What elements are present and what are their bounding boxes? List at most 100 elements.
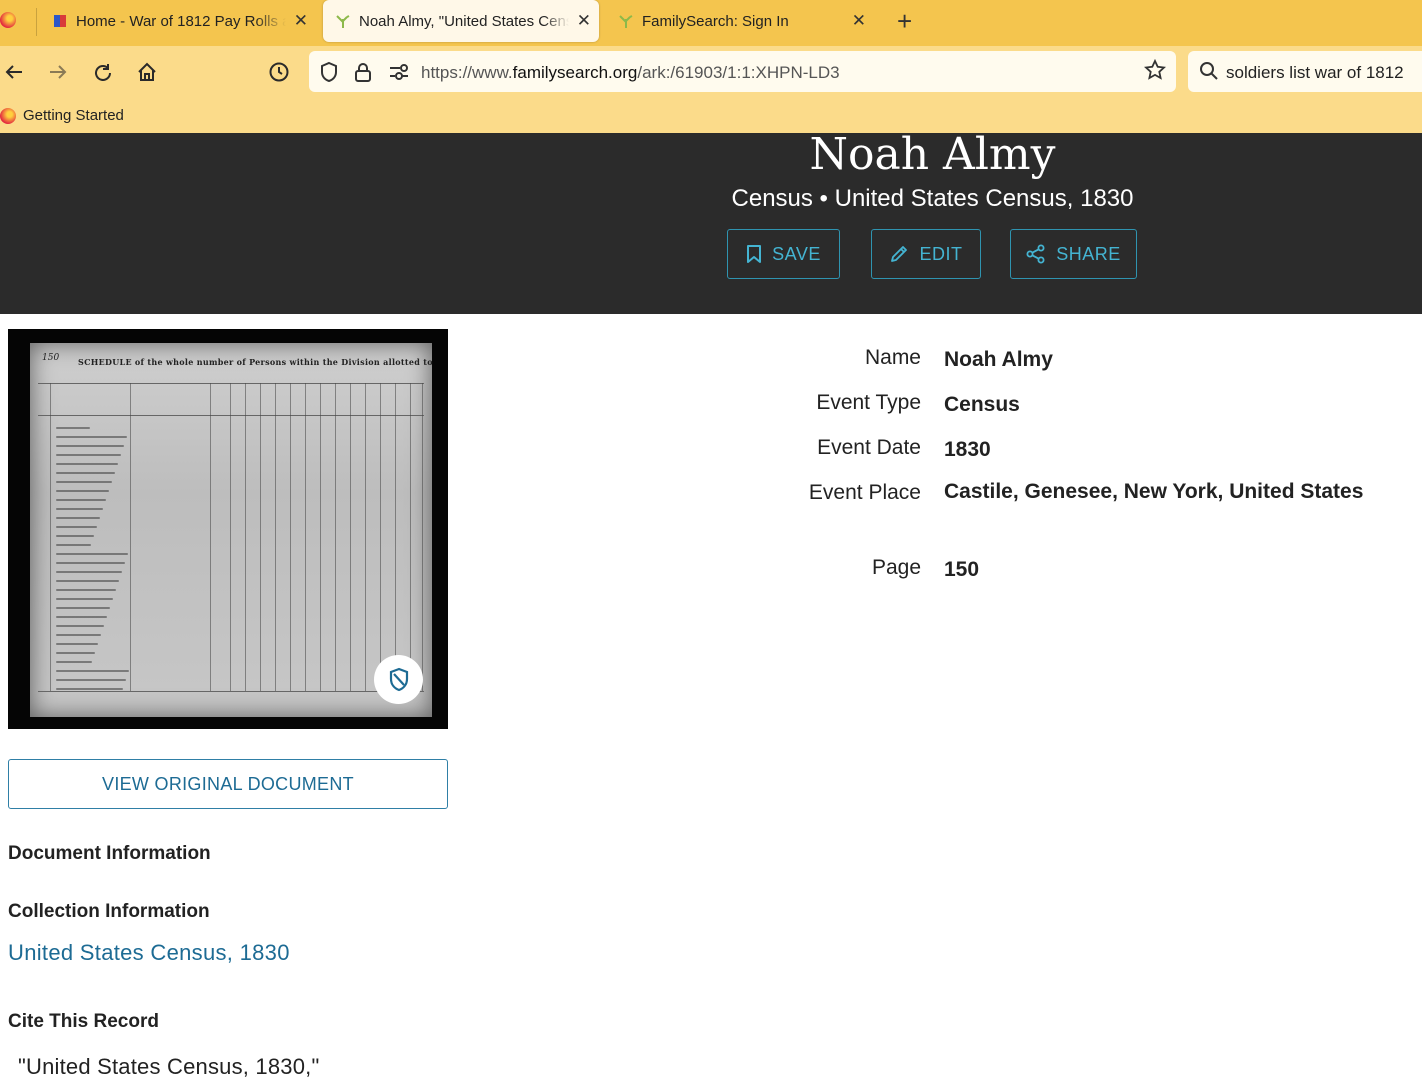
url-prefix: https://www.	[421, 63, 513, 82]
document-information-heading[interactable]: Document Information	[8, 843, 211, 865]
grid-column-line	[350, 383, 351, 691]
grid-column-line	[230, 383, 231, 691]
bookmark-icon	[747, 245, 762, 263]
grid-column-line	[275, 383, 276, 691]
handwritten-name-line	[56, 625, 104, 627]
close-tab-icon[interactable]: ✕	[852, 11, 866, 31]
handwritten-name-line	[56, 508, 103, 510]
handwritten-name-line	[56, 544, 91, 546]
share-label: SHARE	[1056, 243, 1121, 264]
document-thumbnail[interactable]: 150 SCHEDULE of the whole number of Pers…	[8, 329, 448, 729]
grid-column-line	[380, 383, 381, 691]
search-box[interactable]: soldiers list war of 1812	[1188, 51, 1422, 92]
cite-this-record-heading: Cite This Record	[8, 1011, 159, 1032]
grid-column-line	[410, 383, 411, 691]
search-query[interactable]: soldiers list war of 1812	[1226, 63, 1404, 83]
handwritten-name-line	[56, 634, 101, 636]
grid-column-line	[320, 383, 321, 691]
pencil-icon	[891, 246, 908, 262]
forward-arrow-icon[interactable]	[48, 62, 68, 82]
handwritten-name-line	[56, 589, 116, 591]
url-text[interactable]: https://www.familysearch.org/ark:/61903/…	[421, 63, 840, 83]
share-button[interactable]: SHARE	[1010, 229, 1137, 279]
save-button[interactable]: SAVE	[727, 229, 840, 279]
history-clock-icon[interactable]	[268, 61, 290, 83]
fact-value-event-date: 1830	[944, 438, 991, 461]
collection-information-heading: Collection Information	[8, 901, 210, 922]
citation-text: "United States Census, 1830,"	[18, 1054, 320, 1079]
fact-value-name: Noah Almy	[944, 348, 1053, 371]
handwritten-name-line	[56, 553, 128, 555]
firefox-bookmark-icon	[0, 107, 16, 124]
permissions-icon[interactable]	[388, 64, 410, 80]
collection-link[interactable]: United States Census, 1830	[8, 940, 290, 966]
edit-button[interactable]: EDIT	[871, 229, 981, 279]
grid-rule	[38, 383, 424, 384]
grid-column-line	[335, 383, 336, 691]
handwritten-name-line	[56, 643, 98, 645]
handwritten-name-line	[56, 580, 119, 582]
bookmark-label: Getting Started	[23, 107, 124, 124]
fact-label-name: Name	[864, 346, 921, 369]
grid-column-line	[395, 383, 396, 691]
handwritten-name-line	[56, 463, 118, 465]
handwritten-name-line	[56, 679, 126, 681]
handwritten-name-line	[56, 661, 92, 663]
shield-slash-icon	[389, 667, 408, 691]
privacy-shield-button[interactable]	[374, 655, 423, 704]
home-icon[interactable]	[136, 61, 158, 83]
grid-rule	[38, 691, 424, 692]
fact-value-event-type: Census	[944, 393, 1020, 416]
tab-war-of-1812[interactable]: Home - War of 1812 Pay Rolls and Muster …	[44, 0, 316, 42]
fact-label-event-date: Event Date	[817, 436, 921, 459]
record-subtitle: Census • United States Census, 1830	[731, 185, 1134, 212]
tab-familysearch-signin[interactable]: FamilySearch: Sign In ✕	[608, 0, 874, 42]
lock-icon[interactable]	[354, 61, 372, 83]
handwritten-name-line	[56, 616, 107, 618]
tab-bar: Home - War of 1812 Pay Rolls and Muster …	[0, 0, 1422, 46]
close-tab-icon[interactable]: ✕	[577, 11, 591, 31]
grid-column-line	[210, 383, 211, 691]
handwritten-name-line	[56, 670, 129, 672]
shield-tracking-icon[interactable]	[319, 61, 339, 83]
fact-label-event-type: Event Type	[816, 391, 921, 414]
bookmark-star-icon[interactable]	[1144, 59, 1166, 81]
grid-column-line	[290, 383, 291, 691]
grid-column-line	[365, 383, 366, 691]
tab-divider	[36, 8, 37, 36]
handwritten-name-line	[56, 535, 94, 537]
book-favicon-icon	[54, 15, 66, 27]
grid-rule	[38, 415, 424, 416]
handwritten-name-line	[56, 598, 113, 600]
address-bar[interactable]: https://www.familysearch.org/ark:/61903/…	[309, 51, 1176, 92]
handwritten-name-line	[56, 427, 90, 429]
tab-noah-almy[interactable]: Noah Almy, "United States Census, 1830" …	[323, 0, 599, 42]
firefox-logo-icon[interactable]	[0, 12, 16, 28]
handwritten-name-line	[56, 652, 95, 654]
bookmark-getting-started[interactable]: Getting Started	[0, 107, 124, 124]
fact-value-page: 150	[944, 558, 980, 581]
grid-column-line	[50, 383, 51, 691]
fact-value-event-place: Castile, Genesee, New York, United State…	[944, 480, 1364, 503]
tab-title: Home - War of 1812 Pay Rolls and Muster …	[76, 12, 286, 30]
grid-column-line	[422, 383, 423, 691]
reload-icon[interactable]	[92, 62, 114, 84]
tab-title: FamilySearch: Sign In	[642, 12, 789, 30]
url-path: /ark:/61903/1:1:XHPN-LD3	[637, 63, 840, 82]
handwritten-name-line	[56, 526, 97, 528]
close-tab-icon[interactable]: ✕	[294, 11, 308, 31]
handwritten-name-line	[56, 607, 110, 609]
handwritten-name-line	[56, 517, 100, 519]
back-arrow-icon[interactable]	[4, 62, 24, 82]
save-label: SAVE	[772, 243, 821, 264]
person-name: Noah Almy	[809, 129, 1056, 180]
familysearch-tree-icon	[619, 15, 633, 28]
view-original-document-button[interactable]: VIEW ORIGINAL DOCUMENT	[8, 759, 448, 809]
navigation-toolbar: https://www.familysearch.org/ark:/61903/…	[0, 46, 1422, 100]
handwritten-name-line	[56, 688, 123, 690]
new-tab-plus-icon[interactable]: +	[897, 6, 912, 37]
grid-column-line	[260, 383, 261, 691]
edit-label: EDIT	[919, 243, 963, 264]
tab-title: Noah Almy, "United States Census, 1830"	[359, 12, 569, 30]
familysearch-tree-icon	[336, 15, 350, 28]
